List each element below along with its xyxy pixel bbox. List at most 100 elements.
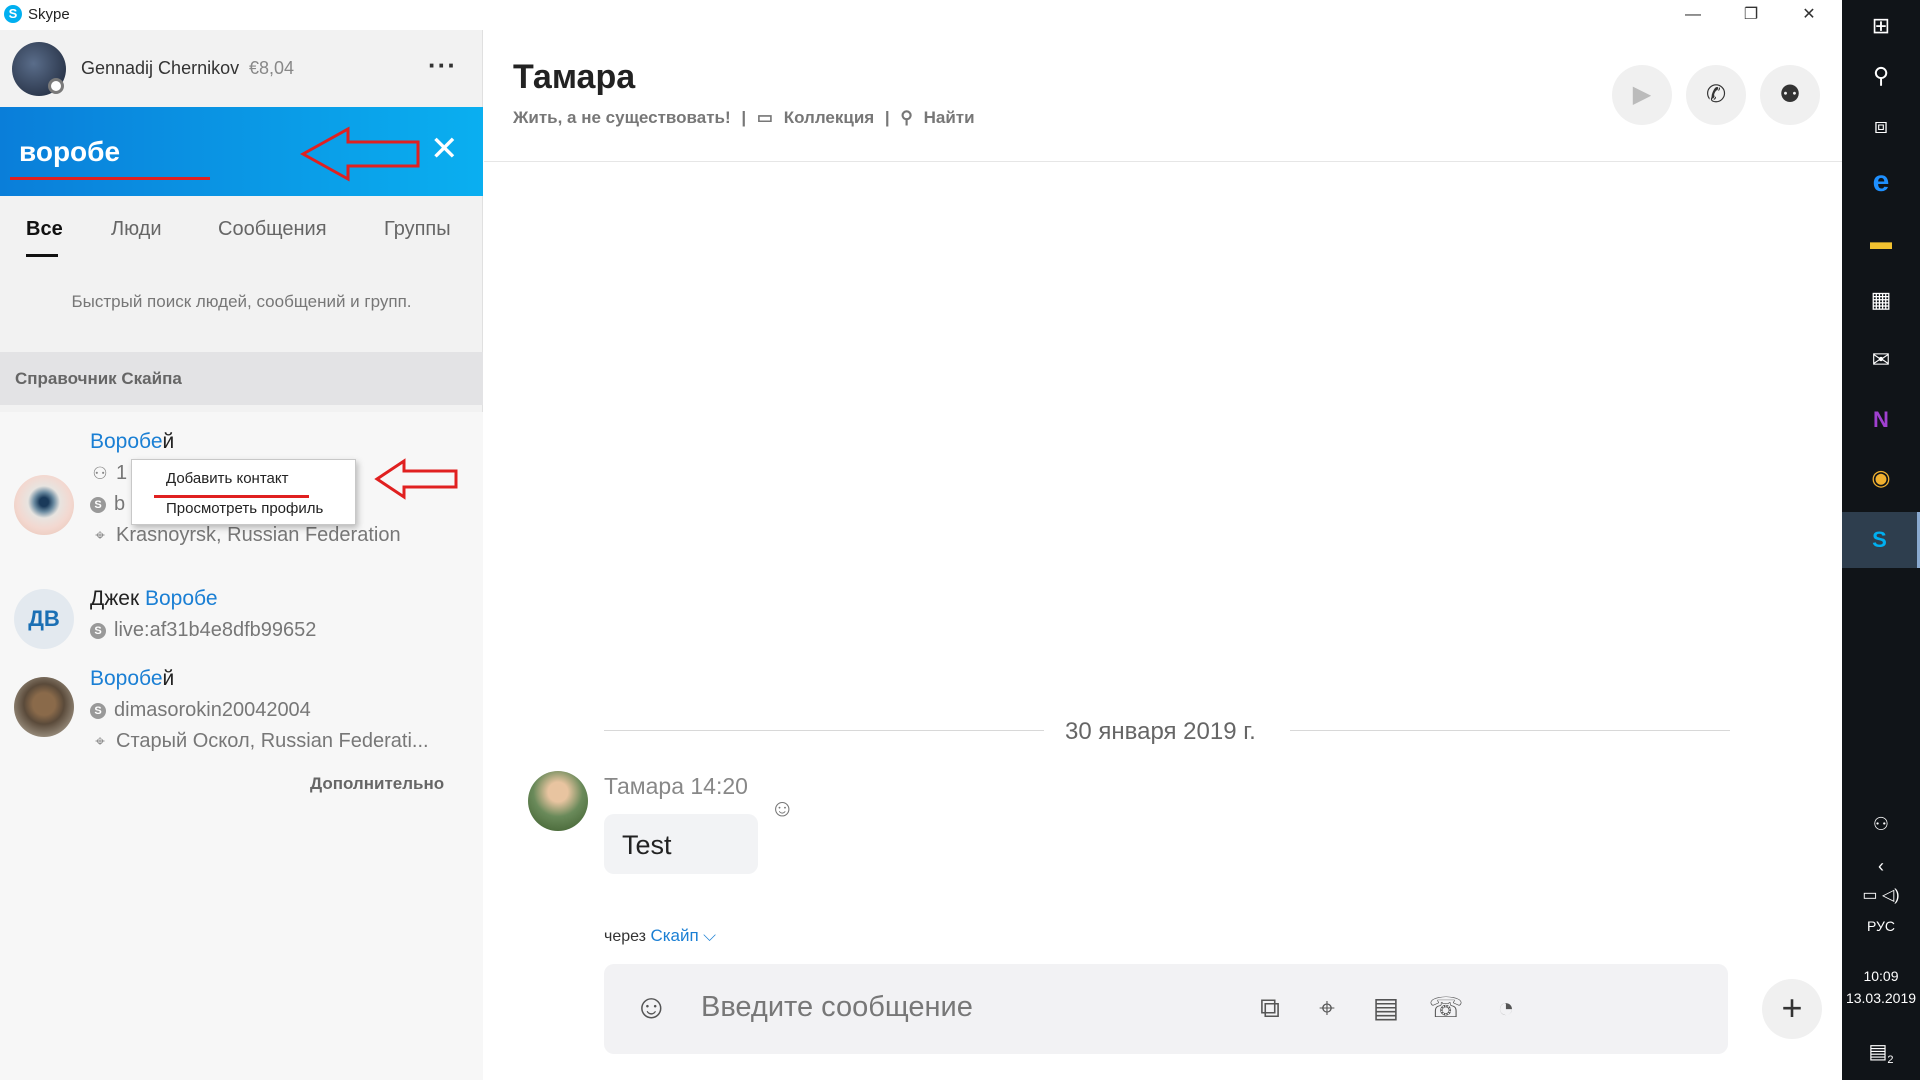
window-title: Skype <box>28 6 70 23</box>
skype-icon: S <box>90 497 106 513</box>
clock-time[interactable]: 10:09 <box>1842 968 1920 984</box>
add-people-button[interactable]: ⚉ <box>1760 65 1820 125</box>
separator: | <box>884 108 890 127</box>
location-icon: ⌖ <box>95 526 105 545</box>
emoji-icon[interactable]: ☺ <box>634 988 669 1027</box>
date-separator: 30 января 2019 г. <box>1065 718 1256 745</box>
location-icon: ⌖ <box>95 732 105 751</box>
language-indicator[interactable]: РУС <box>1842 918 1920 934</box>
contact-avatar <box>14 677 74 737</box>
video-call-button[interactable]: ▶ <box>1612 65 1672 125</box>
message-bubble[interactable]: Test <box>604 814 758 874</box>
profile-name[interactable]: Gennadij Chernikov <box>81 58 239 79</box>
search-bar: ✕ <box>0 107 483 196</box>
context-menu: Добавить контакт Просмотреть профиль <box>131 459 356 525</box>
directory-header-label: Справочник Скайпа <box>15 369 182 388</box>
chat-title: Тамара <box>513 58 636 96</box>
chat-subheader: Жить, а не существовать! | ▭ Коллекция |… <box>513 108 981 128</box>
store-icon[interactable]: ▦ <box>1842 274 1920 326</box>
send-via: через Скайп ⌵ <box>604 926 716 946</box>
audio-call-button[interactable]: ✆ <box>1686 65 1746 125</box>
taskbar: ⊞ ⚲ ⧈ e ▬ ▦ ✉ N ◉ S ⚇ ‹ ▭ ◁) РУС 10:09 1… <box>1842 0 1920 1080</box>
annotation-underline <box>154 495 309 498</box>
add-content-button[interactable]: + <box>1762 979 1822 1039</box>
task-view-icon[interactable]: ⧈ <box>1842 100 1920 152</box>
notification-count: 2 <box>1887 1054 1894 1066</box>
contact-avatar <box>14 475 74 535</box>
contact-name: Воробей <box>90 430 175 453</box>
annotation-arrow-icon <box>374 458 458 500</box>
schedule-call-icon[interactable]: ☏ <box>1424 986 1468 1030</box>
skype-icon: S <box>90 623 106 639</box>
annotation-underline <box>10 177 210 180</box>
title-bar: S Skype — ❐ ✕ <box>0 0 1842 30</box>
search-icon[interactable]: ⚲ <box>1842 50 1920 102</box>
tab-groups[interactable]: Группы <box>384 218 451 241</box>
sidebar: Gennadij Chernikov €8,04 ··· ✕ Все Люди … <box>0 30 483 1080</box>
chevron-down-icon[interactable]: ⌵ <box>703 926 716 945</box>
tab-people[interactable]: Люди <box>111 218 162 241</box>
notifications-icon[interactable]: ▤2 <box>1842 1026 1920 1078</box>
poll-icon[interactable]: ◔ <box>1484 986 1528 1030</box>
search-icon: ⚲ <box>900 108 913 127</box>
people-icon: ⚇ <box>92 464 108 483</box>
via-skype-dropdown[interactable]: Скайп <box>650 926 698 945</box>
divider <box>1290 730 1730 731</box>
send-media-icon[interactable]: ⧉ <box>1248 986 1292 1030</box>
more-results-link[interactable]: Дополнительно <box>310 774 444 794</box>
tab-messages[interactable]: Сообщения <box>218 218 327 241</box>
contact-name: Джек Воробе <box>90 587 218 610</box>
clock-date[interactable]: 13.03.2019 <box>1842 990 1920 1006</box>
restore-button[interactable]: ❐ <box>1722 0 1780 30</box>
contact-initials-avatar: ДВ <box>14 589 74 649</box>
gallery-icon: ▭ <box>756 108 773 127</box>
file-explorer-icon[interactable]: ▬ <box>1842 216 1920 268</box>
minimize-button[interactable]: — <box>1664 0 1722 30</box>
contact-card-icon[interactable]: ▤ <box>1364 986 1408 1030</box>
collection-link[interactable]: Коллекция <box>784 108 875 127</box>
directory-header: Справочник Скайпа <box>0 352 483 405</box>
contact-info-line: Sb <box>90 493 125 516</box>
contact-skype-id: Slive:af31b4e8dfb99652 <box>90 619 316 642</box>
annotation-arrow-icon <box>300 126 420 182</box>
chrome-icon[interactable]: ◉ <box>1842 452 1920 504</box>
close-icon[interactable]: ✕ <box>430 129 459 169</box>
mail-icon[interactable]: ✉ <box>1842 334 1920 386</box>
contact-mood: Жить, а не существовать! <box>513 108 731 127</box>
separator: | <box>741 108 747 127</box>
header-divider <box>484 161 1842 162</box>
contact-info-line: ⚇ 1 <box>90 462 127 485</box>
message-avatar[interactable] <box>528 771 588 831</box>
message-author-time: Тамара 14:20 <box>604 773 748 799</box>
windows-start-icon[interactable]: ⊞ <box>1842 0 1920 52</box>
find-link[interactable]: Найти <box>924 108 975 127</box>
onenote-icon[interactable]: N <box>1842 394 1920 446</box>
divider <box>604 730 1044 731</box>
tab-indicator <box>26 254 58 257</box>
status-icon <box>48 78 64 94</box>
contact-skype-id: Sdimasorokin20042004 <box>90 699 311 722</box>
phone-icon: ✆ <box>1705 81 1727 108</box>
menu-item-add-contact[interactable]: Добавить контакт <box>166 470 288 487</box>
close-button[interactable]: ✕ <box>1780 0 1838 30</box>
message-input[interactable] <box>699 990 1299 1025</box>
video-camera-icon: ▶ <box>1632 81 1652 108</box>
list-item[interactable]: ДВ Джек Воробе Slive:af31b4e8dfb99652 <box>0 575 483 655</box>
list-item[interactable]: Воробей Sdimasorokin20042004 ⌖ Старый Оск… <box>0 653 483 763</box>
location-pin-icon[interactable]: ⌖ <box>1305 986 1349 1030</box>
via-label: через <box>604 928 647 945</box>
skype-taskbar-icon[interactable]: S <box>1842 512 1920 568</box>
more-options-button[interactable]: ··· <box>428 50 457 81</box>
search-hint: Быстрый поиск людей, сообщений и групп. <box>71 292 412 311</box>
profile-credit[interactable]: €8,04 <box>249 58 294 79</box>
reaction-emoji-icon[interactable]: ☺ <box>770 795 795 823</box>
tab-all[interactable]: Все <box>26 218 63 241</box>
skype-logo-icon: S <box>4 5 22 23</box>
network-volume-icon[interactable]: ▭ ◁) <box>1842 870 1920 922</box>
search-input[interactable] <box>17 135 257 169</box>
menu-item-view-profile[interactable]: Просмотреть профиль <box>166 500 323 517</box>
contact-location: ⌖ Старый Оскол, Russian Federati... <box>90 730 428 753</box>
contact-name: Воробей <box>90 667 175 690</box>
message-text: Test <box>622 830 672 860</box>
edge-icon[interactable]: e <box>1842 156 1920 208</box>
